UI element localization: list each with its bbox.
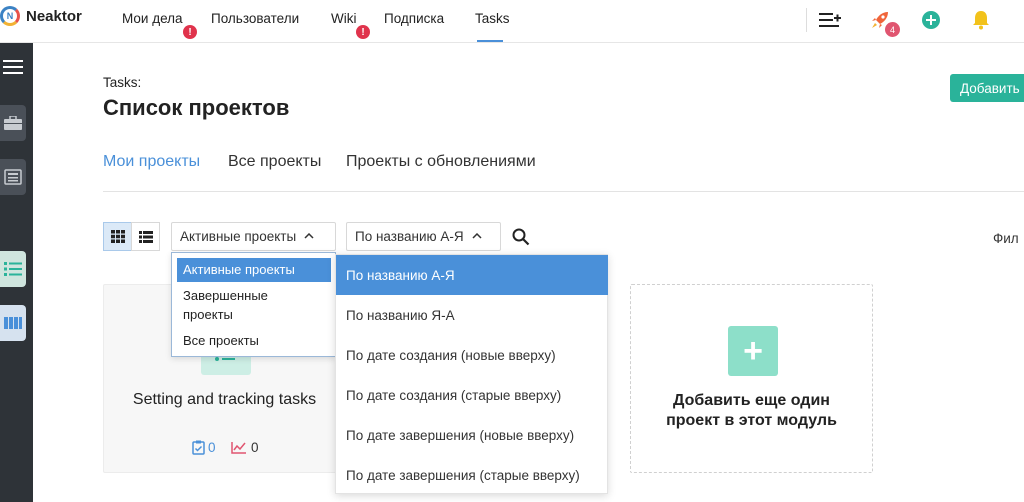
sort-dropdown-menu: По названию А-Я По названию Я-А По дате … [335, 254, 608, 494]
notification-count-badge: 4 [885, 22, 900, 37]
plus-icon: + [728, 326, 778, 376]
sort-option[interactable]: По дате создания (старые вверху) [336, 375, 608, 415]
status-option-active[interactable]: Активные проекты [177, 258, 331, 282]
nav-item-subscription[interactable]: Подписка [384, 11, 444, 26]
add-project-text: Добавить еще один проект в этот модуль [666, 392, 837, 429]
top-bar: N Neaktor Мои дела ! Пользователи Wiki !… [0, 0, 1024, 43]
activity-count: 0 [231, 440, 259, 455]
tab-updated-projects[interactable]: Проекты с обновлениями [346, 153, 536, 171]
app-logo[interactable]: N Neaktor [0, 6, 82, 26]
briefcase-icon[interactable] [0, 105, 26, 141]
app-name: Neaktor [26, 7, 82, 25]
page-title: Список проектов [103, 95, 290, 120]
toolbar-divider [806, 8, 807, 32]
list-view-button[interactable] [131, 222, 160, 251]
sort-option[interactable]: По дате создания (новые вверху) [336, 335, 608, 375]
alert-badge: ! [183, 25, 197, 39]
sort-select[interactable]: По названию А-Я [346, 222, 501, 251]
sort-value: По названию А-Я [355, 229, 464, 244]
project-title: Setting and tracking tasks [132, 391, 317, 408]
breadcrumb: Tasks: [103, 75, 142, 90]
alert-badge: ! [356, 25, 370, 39]
tab-my-projects[interactable]: Мои проекты [103, 153, 200, 171]
nav-item-my-tasks[interactable]: Мои дела [122, 11, 183, 26]
nav-item-tasks[interactable]: Tasks [475, 11, 510, 26]
sidebar [0, 43, 33, 502]
chart-line-icon [231, 442, 246, 454]
grid-icon [110, 230, 125, 243]
filter-label[interactable]: Фил [993, 231, 1019, 246]
plus-circle-icon[interactable] [919, 8, 943, 32]
status-dropdown-menu: Активные проекты Завершенные проекты Все… [171, 252, 336, 357]
active-nav-indicator [477, 40, 503, 42]
sort-option[interactable]: По дате завершения (старые вверху) [336, 455, 608, 495]
clipboard-check-icon [192, 440, 205, 455]
grid-view-button[interactable] [103, 222, 132, 251]
sort-option[interactable]: По названию А-Я [336, 255, 608, 295]
sort-option[interactable]: По дате завершения (новые вверху) [336, 415, 608, 455]
status-option-completed[interactable]: Завершенные проекты [177, 286, 297, 324]
board-icon[interactable] [0, 305, 26, 341]
add-list-icon[interactable] [818, 8, 842, 32]
menu-icon[interactable] [0, 49, 26, 85]
add-project-button[interactable]: Добавить [950, 74, 1024, 102]
task-list-icon[interactable] [0, 251, 26, 287]
search-icon[interactable] [512, 228, 530, 251]
list-icon [138, 230, 153, 243]
tab-all-projects[interactable]: Все проекты [228, 153, 321, 171]
tasks-count: 0 [192, 440, 216, 455]
tabs-divider [103, 191, 1024, 192]
news-icon[interactable] [0, 159, 26, 195]
logo-icon: N [0, 6, 20, 26]
chevron-up-icon [472, 231, 482, 242]
sort-option[interactable]: По названию Я-А [336, 295, 608, 335]
status-filter-value: Активные проекты [180, 229, 297, 244]
status-filter-select[interactable]: Активные проекты [171, 222, 336, 251]
chevron-up-icon [304, 231, 314, 242]
add-project-card[interactable]: + Добавить еще один проект в этот модуль [630, 284, 873, 473]
nav-item-users[interactable]: Пользователи [211, 11, 299, 26]
bell-icon[interactable] [969, 8, 993, 32]
nav-item-wiki[interactable]: Wiki [331, 11, 357, 26]
status-option-all[interactable]: Все проекты [177, 331, 331, 351]
